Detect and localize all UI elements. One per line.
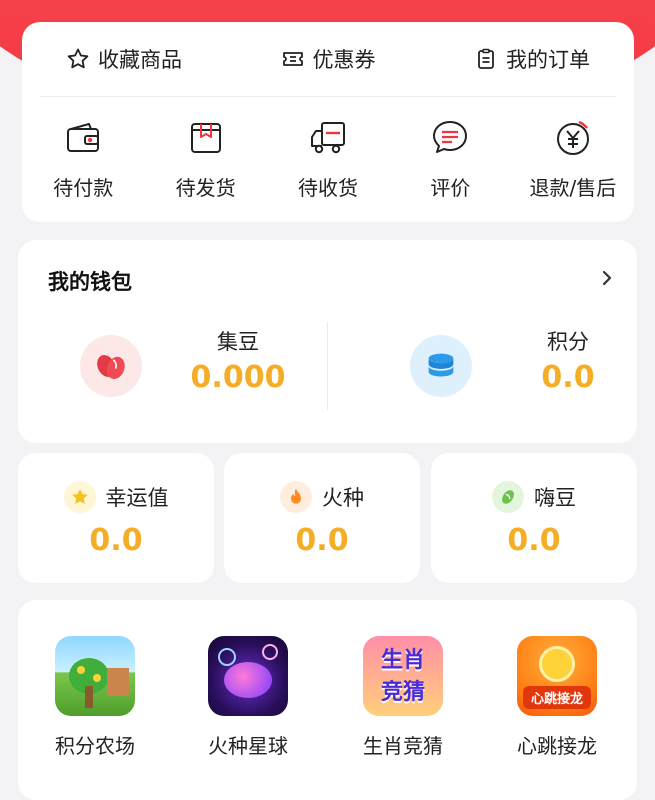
wallet-icon [67,123,100,152]
wallet-title: 我的钱包 [48,270,132,294]
favorites-label: 收藏商品 [98,48,182,72]
package-icon [190,123,221,153]
star-icon [67,48,89,69]
my-orders-label: 我的订单 [506,48,590,72]
shortcut-card: 收藏商品 优惠券 我的订单 待付款 待发货 待收货 评价 退款/售后 [22,22,634,222]
heartbeat-tile-text: 心跳接龙 [523,686,591,709]
order-list-icon [478,48,494,69]
game-points-farm[interactable]: 积分农场 [40,636,150,759]
hi-bean-value: 0.0 [507,523,561,558]
favorites-link[interactable]: 收藏商品 [22,44,226,74]
game-label: 生肖竞猜 [363,734,443,758]
wallet-divider [327,322,328,410]
green-bean-icon [492,481,524,513]
hi-bean-label: 嗨豆 [534,486,576,510]
game-label: 积分农场 [55,734,135,758]
fire-value: 0.0 [295,523,349,558]
wallet-card[interactable]: 我的钱包 集豆 0.000 积分 0.0 [18,240,637,443]
refund-button[interactable]: 退款/售后 [512,118,634,201]
divider [40,96,616,97]
luck-label: 幸运值 [105,486,169,510]
game-zodiac-guess[interactable]: 生肖 竞猜 生肖竞猜 [348,636,458,759]
luck-card[interactable]: 幸运值 0.0 [18,453,214,583]
wallet-points[interactable]: 积分 0.0 [348,320,648,412]
game-heartbeat-solitaire[interactable]: 心跳接龙 心跳接龙 [502,636,612,759]
zodiac-game-icon: 生肖 竞猜 [363,636,443,716]
order-status-row: 待付款 待发货 待收货 评价 退款/售后 [22,118,634,201]
comment-icon [433,121,468,153]
pending-receipt-button[interactable]: 待收货 [267,118,389,201]
planet-game-icon [208,636,288,716]
review-button[interactable]: 评价 [389,118,511,201]
bean-icon [80,335,142,397]
farm-game-icon [55,636,135,716]
games-card: 积分农场 火种星球 生肖 竞猜 生肖竞猜 心跳接龙 心跳接龙 [18,600,637,800]
points-value: 0.0 [541,360,595,395]
points-label: 积分 [547,330,589,354]
pending-receipt-label: 待收货 [298,176,359,200]
refund-label: 退款/售后 [529,176,617,200]
my-orders-link[interactable]: 我的订单 [430,44,634,74]
truck-icon [311,122,346,154]
pending-payment-button[interactable]: 待付款 [22,118,144,201]
coupon-icon [282,52,303,66]
game-label: 火种星球 [208,734,288,758]
fire-label: 火种 [322,486,364,510]
refund-icon [556,120,589,155]
review-label: 评价 [430,176,471,200]
pending-payment-label: 待付款 [53,176,114,200]
game-fire-planet[interactable]: 火种星球 [193,636,303,759]
beans-label: 集豆 [217,330,259,354]
pending-shipment-button[interactable]: 待发货 [144,118,266,201]
game-label: 心跳接龙 [517,734,597,758]
zodiac-tile-text-2: 竞猜 [380,680,425,705]
fire-card[interactable]: 火种 0.0 [224,453,420,583]
zodiac-tile-text-1: 生肖 [380,648,425,673]
wallet-beans[interactable]: 集豆 0.000 [18,320,318,412]
star-icon [63,481,96,513]
heartbeat-game-icon: 心跳接龙 [517,636,597,716]
quick-links: 收藏商品 优惠券 我的订单 [22,22,634,96]
pending-shipment-label: 待发货 [175,176,236,200]
hi-bean-card[interactable]: 嗨豆 0.0 [431,453,637,583]
coupons-link[interactable]: 优惠券 [226,44,430,74]
coins-stack-icon [410,335,472,397]
flame-icon [280,481,312,513]
chevron-right-icon[interactable] [599,270,615,286]
coupons-label: 优惠券 [312,48,376,72]
luck-value: 0.0 [89,523,143,558]
beans-value: 0.000 [190,360,286,395]
